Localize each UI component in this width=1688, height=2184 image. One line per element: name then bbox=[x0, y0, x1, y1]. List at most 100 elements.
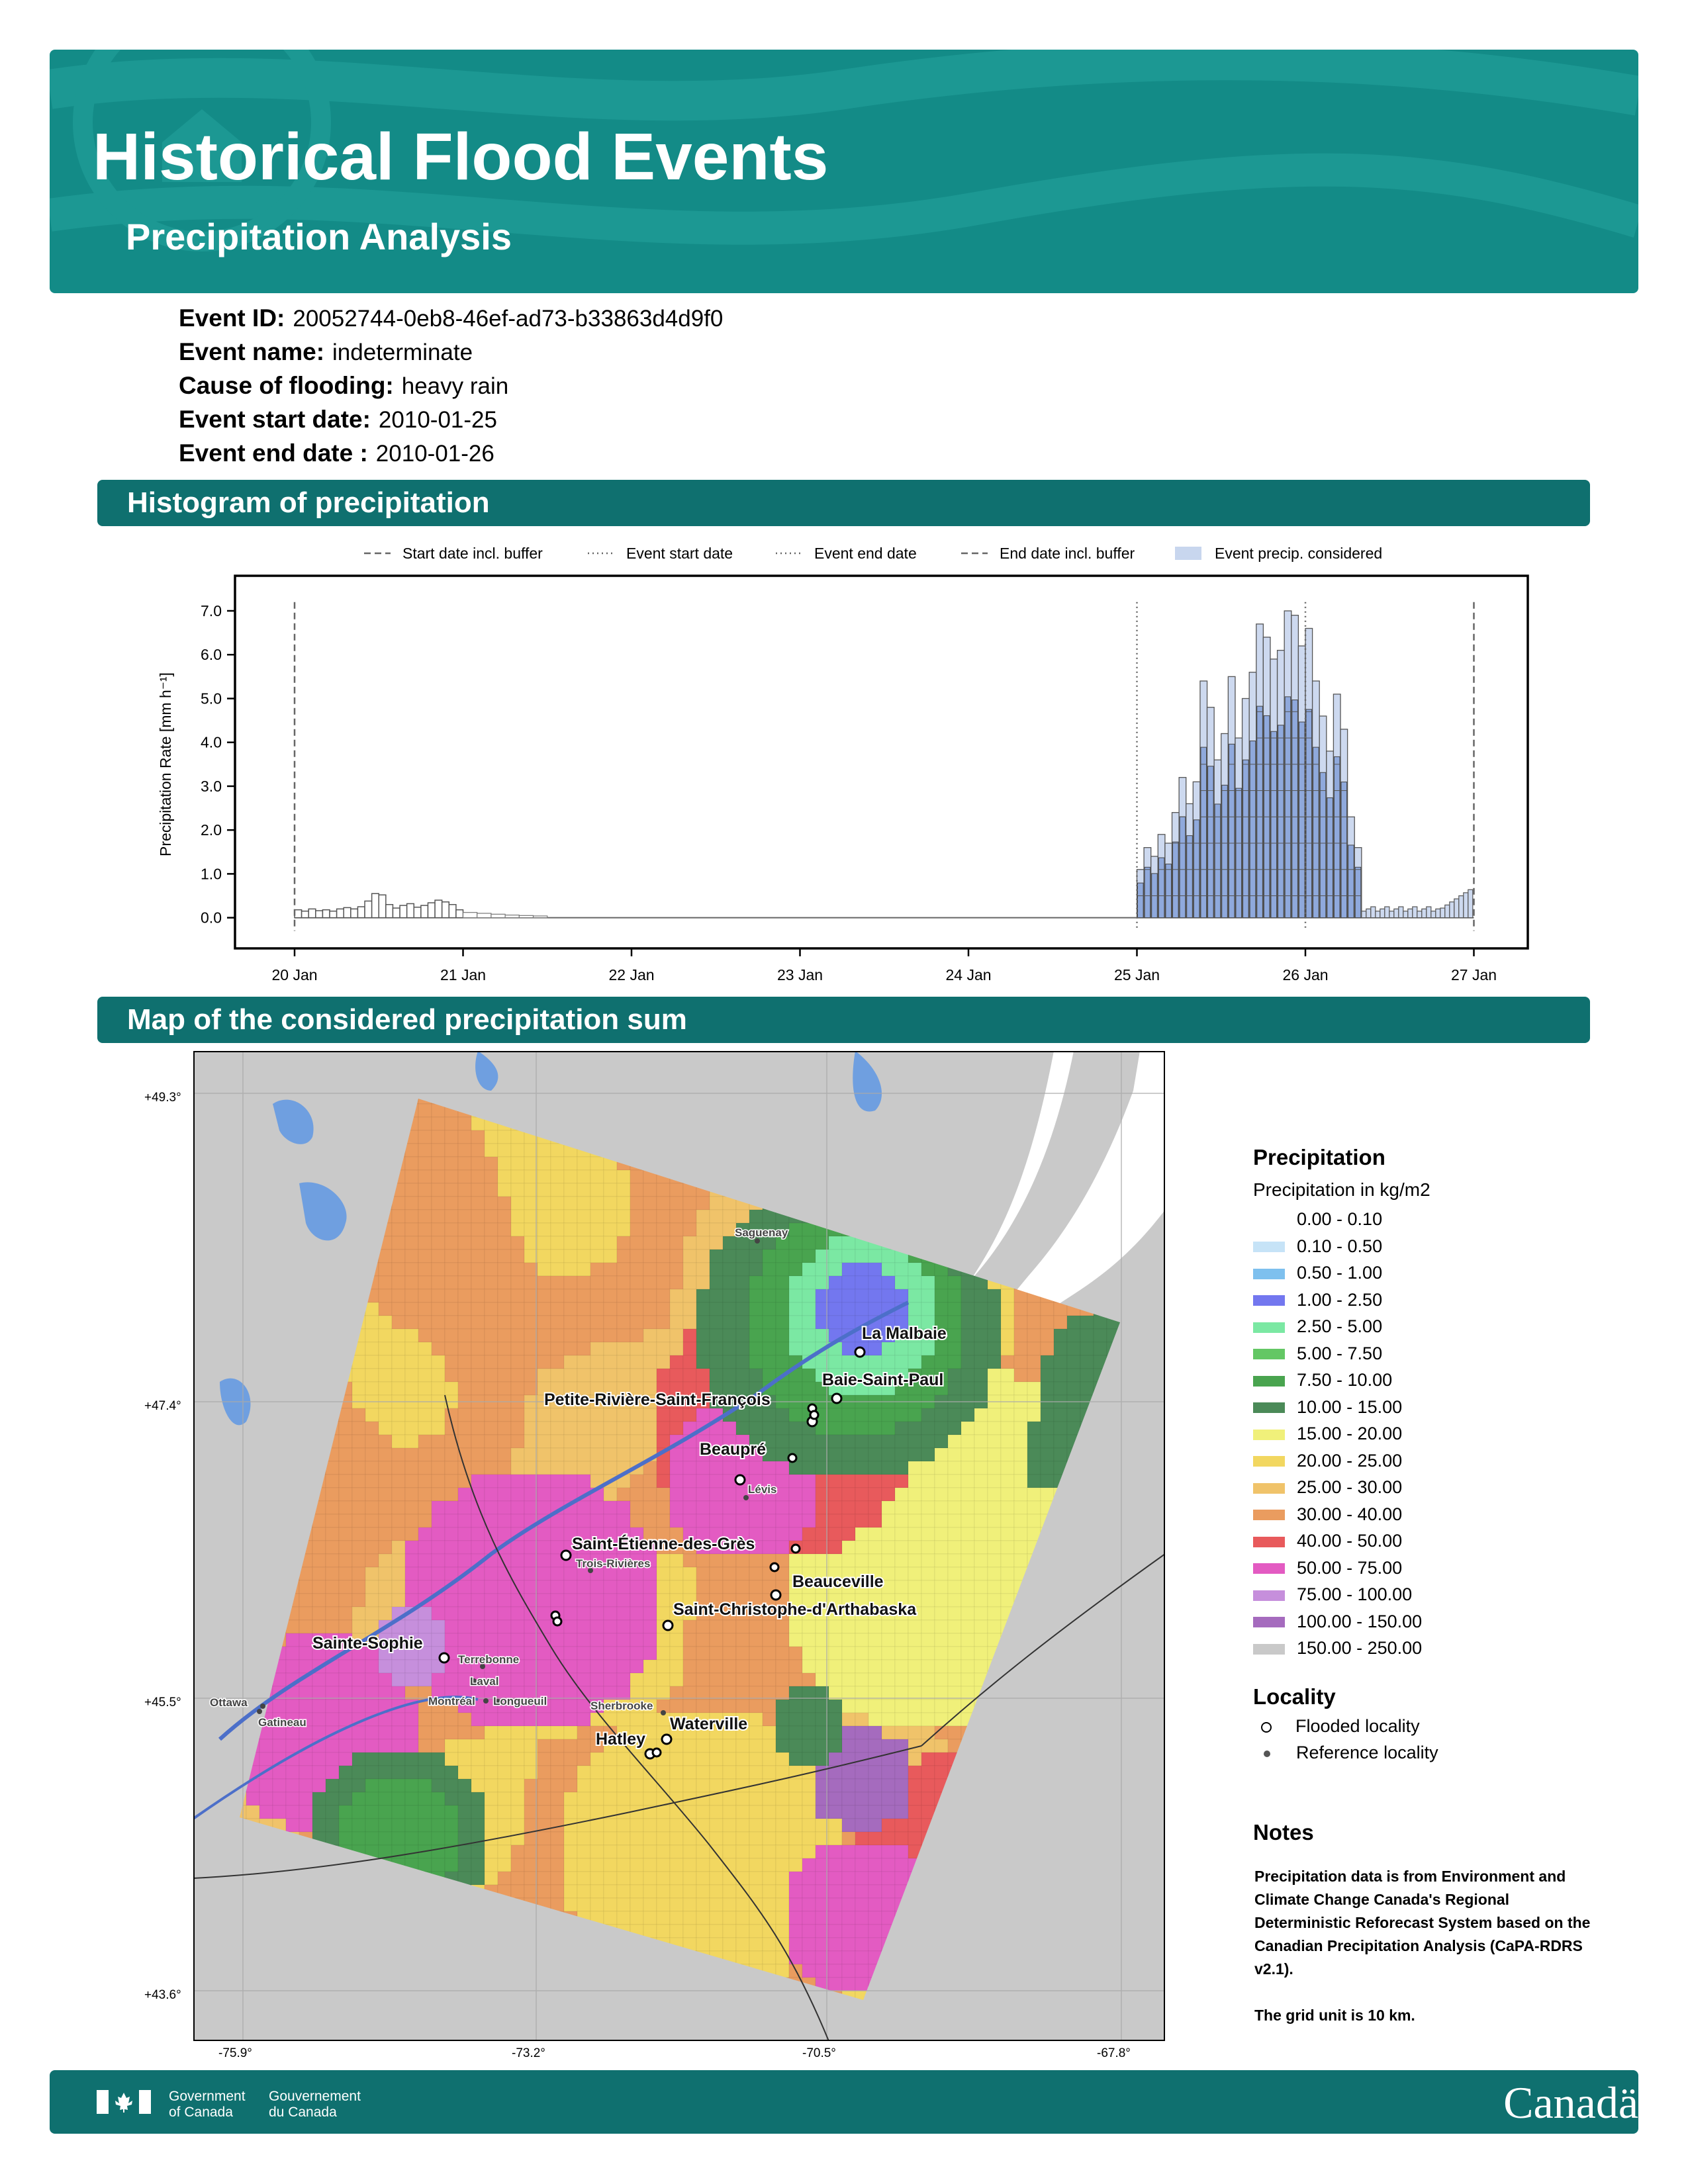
grid-cell bbox=[709, 1739, 724, 1753]
grid-cell bbox=[338, 1540, 353, 1555]
grid-cell bbox=[775, 1739, 790, 1753]
post-event-bar bbox=[1361, 911, 1367, 919]
grid-cell bbox=[510, 1381, 525, 1396]
grid-cell bbox=[709, 1209, 724, 1224]
grid-cell bbox=[841, 1937, 856, 1952]
grid-cell bbox=[775, 1487, 790, 1502]
grid-cell bbox=[378, 1434, 393, 1449]
grid-cell bbox=[841, 1725, 856, 1740]
grid-cell bbox=[365, 1699, 379, 1713]
grid-cell bbox=[722, 1619, 737, 1634]
grid-cell bbox=[603, 1712, 618, 1727]
grid-cell bbox=[802, 1553, 816, 1568]
grid-cell bbox=[338, 1527, 353, 1541]
grid-cell bbox=[365, 1580, 379, 1594]
grid-cell bbox=[669, 1884, 684, 1899]
grid-cell bbox=[338, 1487, 353, 1502]
grid-cell bbox=[431, 1805, 445, 1819]
grid-cell bbox=[577, 1262, 591, 1277]
grid-cell bbox=[669, 1646, 684, 1661]
grid-cell bbox=[921, 1686, 935, 1700]
grid-cell bbox=[1053, 1381, 1068, 1396]
grid-cell bbox=[404, 1249, 419, 1263]
grid-cell bbox=[497, 1156, 512, 1171]
grid-cell bbox=[1040, 1302, 1055, 1316]
grid-cell bbox=[497, 1249, 512, 1263]
grid-cell bbox=[669, 1328, 684, 1343]
post-event-bar bbox=[1412, 906, 1418, 919]
grid-cell bbox=[855, 1487, 869, 1502]
grid-cell bbox=[749, 1514, 763, 1528]
grid-cell bbox=[669, 1818, 684, 1833]
grid-cell bbox=[418, 1355, 432, 1369]
grid-cell bbox=[855, 1289, 869, 1303]
grid-cell bbox=[550, 1289, 565, 1303]
grid-cell bbox=[868, 1474, 882, 1488]
grid-cell bbox=[974, 1355, 988, 1369]
grid-cell bbox=[404, 1289, 419, 1303]
pre-event-bar bbox=[343, 907, 352, 919]
grid-cell bbox=[802, 1739, 816, 1753]
grid-cell bbox=[510, 1487, 525, 1502]
grid-cell bbox=[722, 1765, 737, 1780]
grid-cell bbox=[524, 1236, 538, 1250]
grid-cell bbox=[457, 1236, 472, 1250]
grid-cell bbox=[444, 1672, 459, 1687]
grid-cell bbox=[987, 1342, 1002, 1356]
grid-cell bbox=[722, 1844, 737, 1859]
grid-cell bbox=[444, 1183, 459, 1197]
grid-cell bbox=[577, 1355, 591, 1369]
grid-cell bbox=[471, 1434, 485, 1449]
grid-cell bbox=[894, 1275, 909, 1290]
grid-cell bbox=[603, 1209, 618, 1224]
event-bar-inner bbox=[1327, 797, 1333, 919]
grid-cell bbox=[841, 1646, 856, 1661]
grid-cell bbox=[682, 1699, 697, 1713]
grid-cell bbox=[630, 1831, 644, 1846]
grid-cell bbox=[1000, 1328, 1015, 1343]
grid-cell bbox=[550, 1249, 565, 1263]
grid-cell bbox=[788, 1805, 803, 1819]
grid-cell bbox=[1000, 1434, 1015, 1449]
grid-cell bbox=[669, 1461, 684, 1475]
grid-cell bbox=[616, 1487, 631, 1502]
grid-cell bbox=[484, 1302, 498, 1316]
grid-cell bbox=[325, 1527, 340, 1541]
grid-cell bbox=[656, 1315, 671, 1330]
grid-cell bbox=[338, 1553, 353, 1568]
grid-cell bbox=[762, 1262, 776, 1277]
grid-cell bbox=[656, 1911, 671, 1925]
grid-cell bbox=[484, 1792, 498, 1806]
grid-cell bbox=[669, 1275, 684, 1290]
grid-cell bbox=[352, 1514, 366, 1528]
grid-cell bbox=[1000, 1527, 1015, 1541]
grid-cell bbox=[987, 1606, 1002, 1621]
event-id-row: Event ID: 20052744-0eb8-46ef-ad73-b33863d… bbox=[179, 304, 723, 332]
grid-cell bbox=[868, 1659, 882, 1674]
grid-cell bbox=[418, 1580, 432, 1594]
grid-cell bbox=[352, 1355, 366, 1369]
grid-cell bbox=[828, 1911, 843, 1925]
grid-cell bbox=[352, 1725, 366, 1740]
grid-cell bbox=[590, 1633, 604, 1647]
grid-cell bbox=[378, 1408, 393, 1422]
grid-cell bbox=[1040, 1447, 1055, 1462]
grid-cell bbox=[457, 1222, 472, 1237]
grid-cell bbox=[974, 1659, 988, 1674]
grid-cell bbox=[577, 1421, 591, 1435]
grid-cell bbox=[696, 1514, 710, 1528]
grid-cell bbox=[669, 1686, 684, 1700]
grid-cell bbox=[947, 1699, 962, 1713]
grid-cell bbox=[1013, 1408, 1028, 1422]
grid-cell bbox=[537, 1871, 551, 1886]
grid-cell bbox=[404, 1302, 419, 1316]
grid-cell bbox=[709, 1911, 724, 1925]
grid-cell bbox=[802, 1725, 816, 1740]
grid-cell bbox=[881, 1818, 896, 1833]
grid-cell bbox=[709, 1659, 724, 1674]
grid-cell bbox=[524, 1196, 538, 1210]
grid-cell bbox=[1040, 1342, 1055, 1356]
grid-cell bbox=[577, 1805, 591, 1819]
grid-cell bbox=[643, 1236, 657, 1250]
grid-cell bbox=[603, 1169, 618, 1184]
